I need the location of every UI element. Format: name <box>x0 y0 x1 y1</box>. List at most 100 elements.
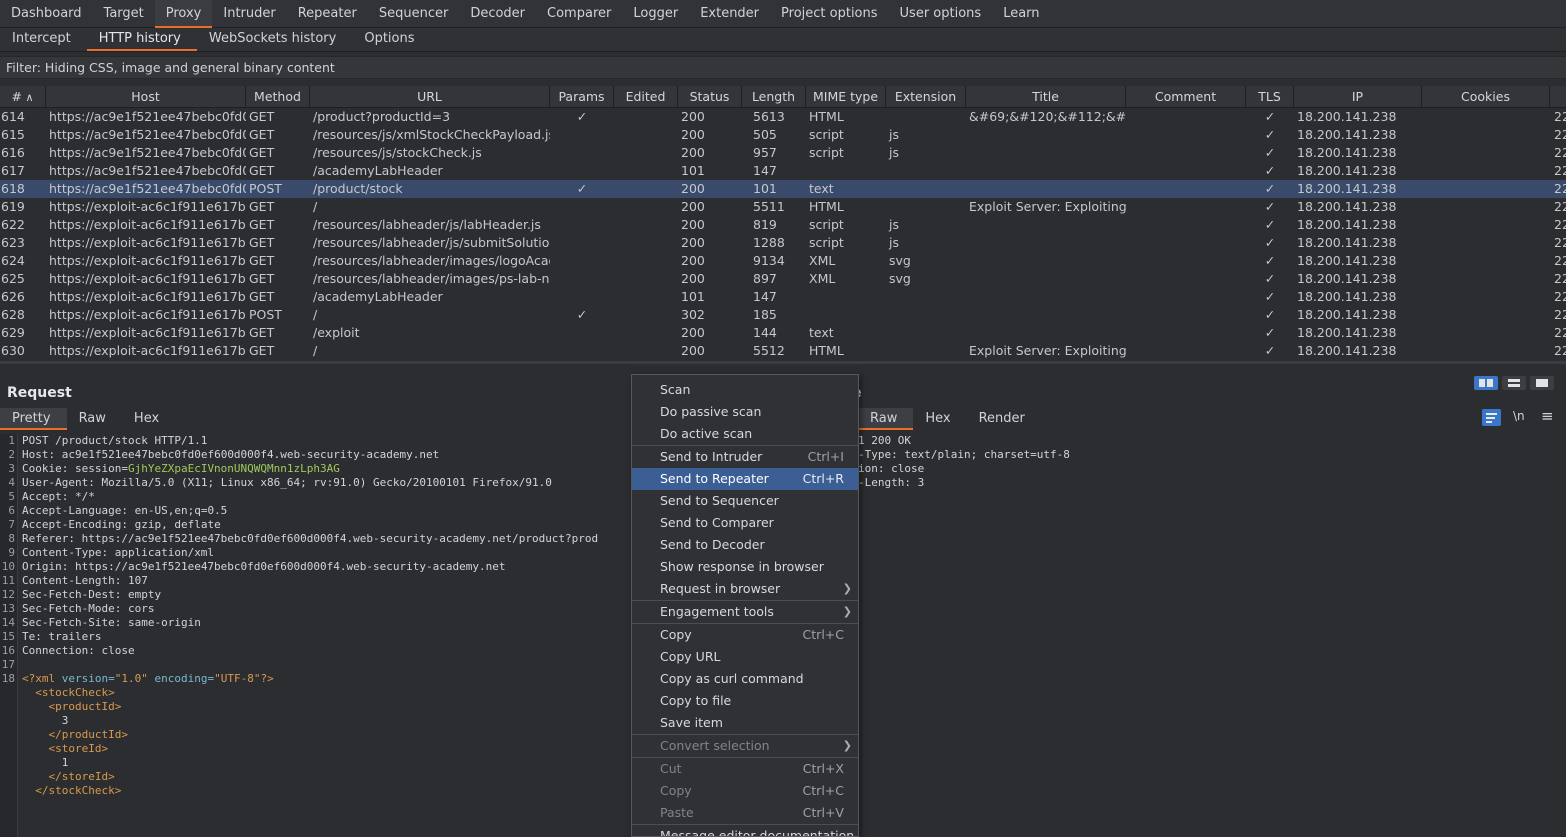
menu-item-save-item[interactable]: Save item <box>632 712 858 734</box>
table-row[interactable]: 616 https://ac9e1f521ee47bebc0fd0... GET/r… <box>0 144 1566 162</box>
menu-item-shortcut: Ctrl+C <box>802 627 844 642</box>
menu-item-send-to-intruder[interactable]: Send to Intruder Ctrl+I <box>632 446 858 468</box>
tab-intruder[interactable]: Intruder <box>212 0 286 28</box>
menu-item-copy-to-file[interactable]: Copy to file <box>632 690 858 712</box>
subtab-http-history[interactable]: HTTP history <box>86 28 197 51</box>
tab-sequencer[interactable]: Sequencer <box>368 0 459 28</box>
subtab-websockets-history[interactable]: WebSockets history <box>197 28 352 51</box>
subtab-intercept[interactable]: Intercept <box>0 28 87 51</box>
menu-item-copy-as-curl-command[interactable]: Copy as curl command <box>632 668 858 690</box>
cell-title: Exploit Server: Exploiting... <box>969 343 1126 358</box>
table-row[interactable]: 624 https://exploit-ac6c1f911e617b... GET /… <box>0 252 1566 270</box>
tab-proxy[interactable]: Proxy <box>154 0 213 28</box>
tab-learn[interactable]: Learn <box>992 0 1050 28</box>
editor-menu-icon[interactable]: ≡ <box>1541 407 1554 425</box>
request-text: ?> <box>260 672 274 685</box>
cell-cookies: 22 <box>1554 271 1566 286</box>
filter-bar[interactable]: Filter: Hiding CSS, image and general bi… <box>0 56 1566 79</box>
menu-item-request-in-browser[interactable]: Request in browser ❯ <box>632 578 858 600</box>
column-header-params[interactable]: Params <box>550 86 614 108</box>
table-row[interactable]: 615 https://ac9e1f521ee47bebc0fd0... GET/r… <box>0 126 1566 144</box>
table-row[interactable]: 625 https://exploit-ac6c1f911e617b... GET /… <box>0 270 1566 288</box>
tab-decoder[interactable]: Decoder <box>459 0 536 28</box>
tab-target[interactable]: Target <box>93 0 155 28</box>
cell-edited <box>614 144 678 162</box>
menu-item-do-passive-scan[interactable]: Do passive scan <box>632 401 858 423</box>
column-header-comment[interactable]: Comment <box>1126 86 1246 108</box>
menu-item-send-to-sequencer[interactable]: Send to Sequencer <box>632 490 858 512</box>
menu-item-message-editor-documentation[interactable]: Message editor documentation <box>632 825 858 836</box>
column-header-edited[interactable]: Edited <box>614 86 678 108</box>
tab-extender[interactable]: Extender <box>689 0 770 28</box>
menu-item-label: Cut <box>660 761 682 776</box>
tab-project-options[interactable]: Project options <box>770 0 889 28</box>
column-header-mime-type[interactable]: MIME type <box>806 86 886 108</box>
column-header-url[interactable]: URL <box>310 86 550 108</box>
response-tab-hex[interactable]: Hex <box>913 408 966 430</box>
column-header-status[interactable]: Status <box>678 86 742 108</box>
column-header-method[interactable]: Method <box>246 86 310 108</box>
request-line: 11 Content-Length: 107 <box>1 574 631 588</box>
request-editor[interactable]: 1 POST /product/stock HTTP/1.1 2 Host: ac9e… <box>1 434 631 798</box>
cell-edited <box>614 108 678 126</box>
menu-item-send-to-repeater[interactable]: Send to Repeater Ctrl+R <box>632 468 858 490</box>
side-by-side-layout-icon[interactable] <box>1474 376 1498 390</box>
table-row[interactable]: 623 https://exploit-ac6c1f911e617b... GET /… <box>0 234 1566 252</box>
table-row[interactable]: 614 https://ac9e1f521ee47bebc0fd0... GET/p… <box>0 108 1566 126</box>
tab-user-options[interactable]: User options <box>889 0 993 28</box>
request-text: User-Agent: <box>22 476 102 489</box>
table-row[interactable]: 629 https://exploit-ac6c1f911e617b... GET /… <box>0 324 1566 342</box>
tab-comparer[interactable]: Comparer <box>536 0 622 28</box>
request-text: 3 <box>22 714 69 727</box>
table-row[interactable]: 628 https://exploit-ac6c1f911e617b... POST… <box>0 306 1566 324</box>
cell-num: 622 <box>1 217 25 232</box>
column-header-host[interactable]: Host <box>46 86 246 108</box>
cell-mime: script <box>809 127 844 142</box>
cell-title: &#69;&#120;&#112;&#1... <box>969 109 1126 124</box>
word-wrap-icon[interactable] <box>1482 409 1501 426</box>
menu-item-label: Copy <box>660 783 692 798</box>
request-line: </storeId> <box>1 770 631 784</box>
menu-item-show-response-in-browser[interactable]: Show response in browser <box>632 556 858 578</box>
menu-item-do-active-scan[interactable]: Do active scan <box>632 423 858 445</box>
response-tab-raw[interactable]: Raw <box>858 408 914 430</box>
request-tab-hex[interactable]: Hex <box>122 408 175 430</box>
response-editor[interactable]: 1 200 OK -Type: text/plain; charset=utf-8… <box>858 434 1558 490</box>
tab-logger[interactable]: Logger <box>622 0 689 28</box>
table-row[interactable]: 622 https://exploit-ac6c1f911e617b... GET /… <box>0 216 1566 234</box>
subtab-options[interactable]: Options <box>352 28 430 51</box>
menu-item-copy-url[interactable]: Copy URL <box>632 646 858 668</box>
table-row[interactable]: 618 https://ac9e1f521ee47bebc0fd0... POST /… <box>0 180 1566 198</box>
table-row[interactable]: 626 https://exploit-ac6c1f911e617b... GET /… <box>0 288 1566 306</box>
menu-item-engagement-tools[interactable]: Engagement tools ❯ <box>632 601 858 623</box>
table-row[interactable]: 619 https://exploit-ac6c1f911e617b... GET /… <box>0 198 1566 216</box>
table-row[interactable]: 617 https://ac9e1f521ee47bebc0fd0... GET/a… <box>0 162 1566 180</box>
response-tab-render[interactable]: Render <box>967 408 1041 430</box>
cell-ip: 18.200.141.238 <box>1297 181 1397 196</box>
cell-url: /resources/labheader/js/labHeader.js <box>313 217 541 232</box>
cell-cookies: 22 <box>1554 181 1566 196</box>
menu-item-copy[interactable]: Copy Ctrl+C <box>632 624 858 646</box>
column-header-cookies[interactable]: Cookies <box>1422 86 1550 108</box>
cell-edited <box>614 126 678 144</box>
menu-item-scan[interactable]: Scan <box>632 379 858 401</box>
request-panel-title: Request <box>7 385 72 401</box>
request-tab-pretty[interactable]: Pretty <box>0 408 67 430</box>
tab-dashboard[interactable]: Dashboard <box>0 0 93 28</box>
column-header-extension[interactable]: Extension <box>886 86 966 108</box>
menu-item-send-to-comparer[interactable]: Send to Comparer <box>632 512 858 534</box>
table-row[interactable]: 630 https://exploit-ac6c1f911e617b... GET /… <box>0 342 1566 360</box>
column-header-number[interactable]: # ∧ <box>0 86 46 108</box>
tab-repeater[interactable]: Repeater <box>287 0 368 28</box>
cell-tls: ✓ <box>1264 271 1276 286</box>
column-header-length[interactable]: Length <box>742 86 806 108</box>
newline-toggle[interactable]: \n <box>1513 409 1525 423</box>
tabbed-layout-icon[interactable] <box>1530 376 1554 390</box>
column-header-tls[interactable]: TLS <box>1246 86 1294 108</box>
menu-item-label: Convert selection <box>660 738 770 753</box>
column-header-title[interactable]: Title <box>966 86 1126 108</box>
stacked-layout-icon[interactable] <box>1502 376 1526 390</box>
request-tab-raw[interactable]: Raw <box>67 408 122 430</box>
menu-item-send-to-decoder[interactable]: Send to Decoder <box>632 534 858 556</box>
column-header-ip[interactable]: IP <box>1294 86 1422 108</box>
